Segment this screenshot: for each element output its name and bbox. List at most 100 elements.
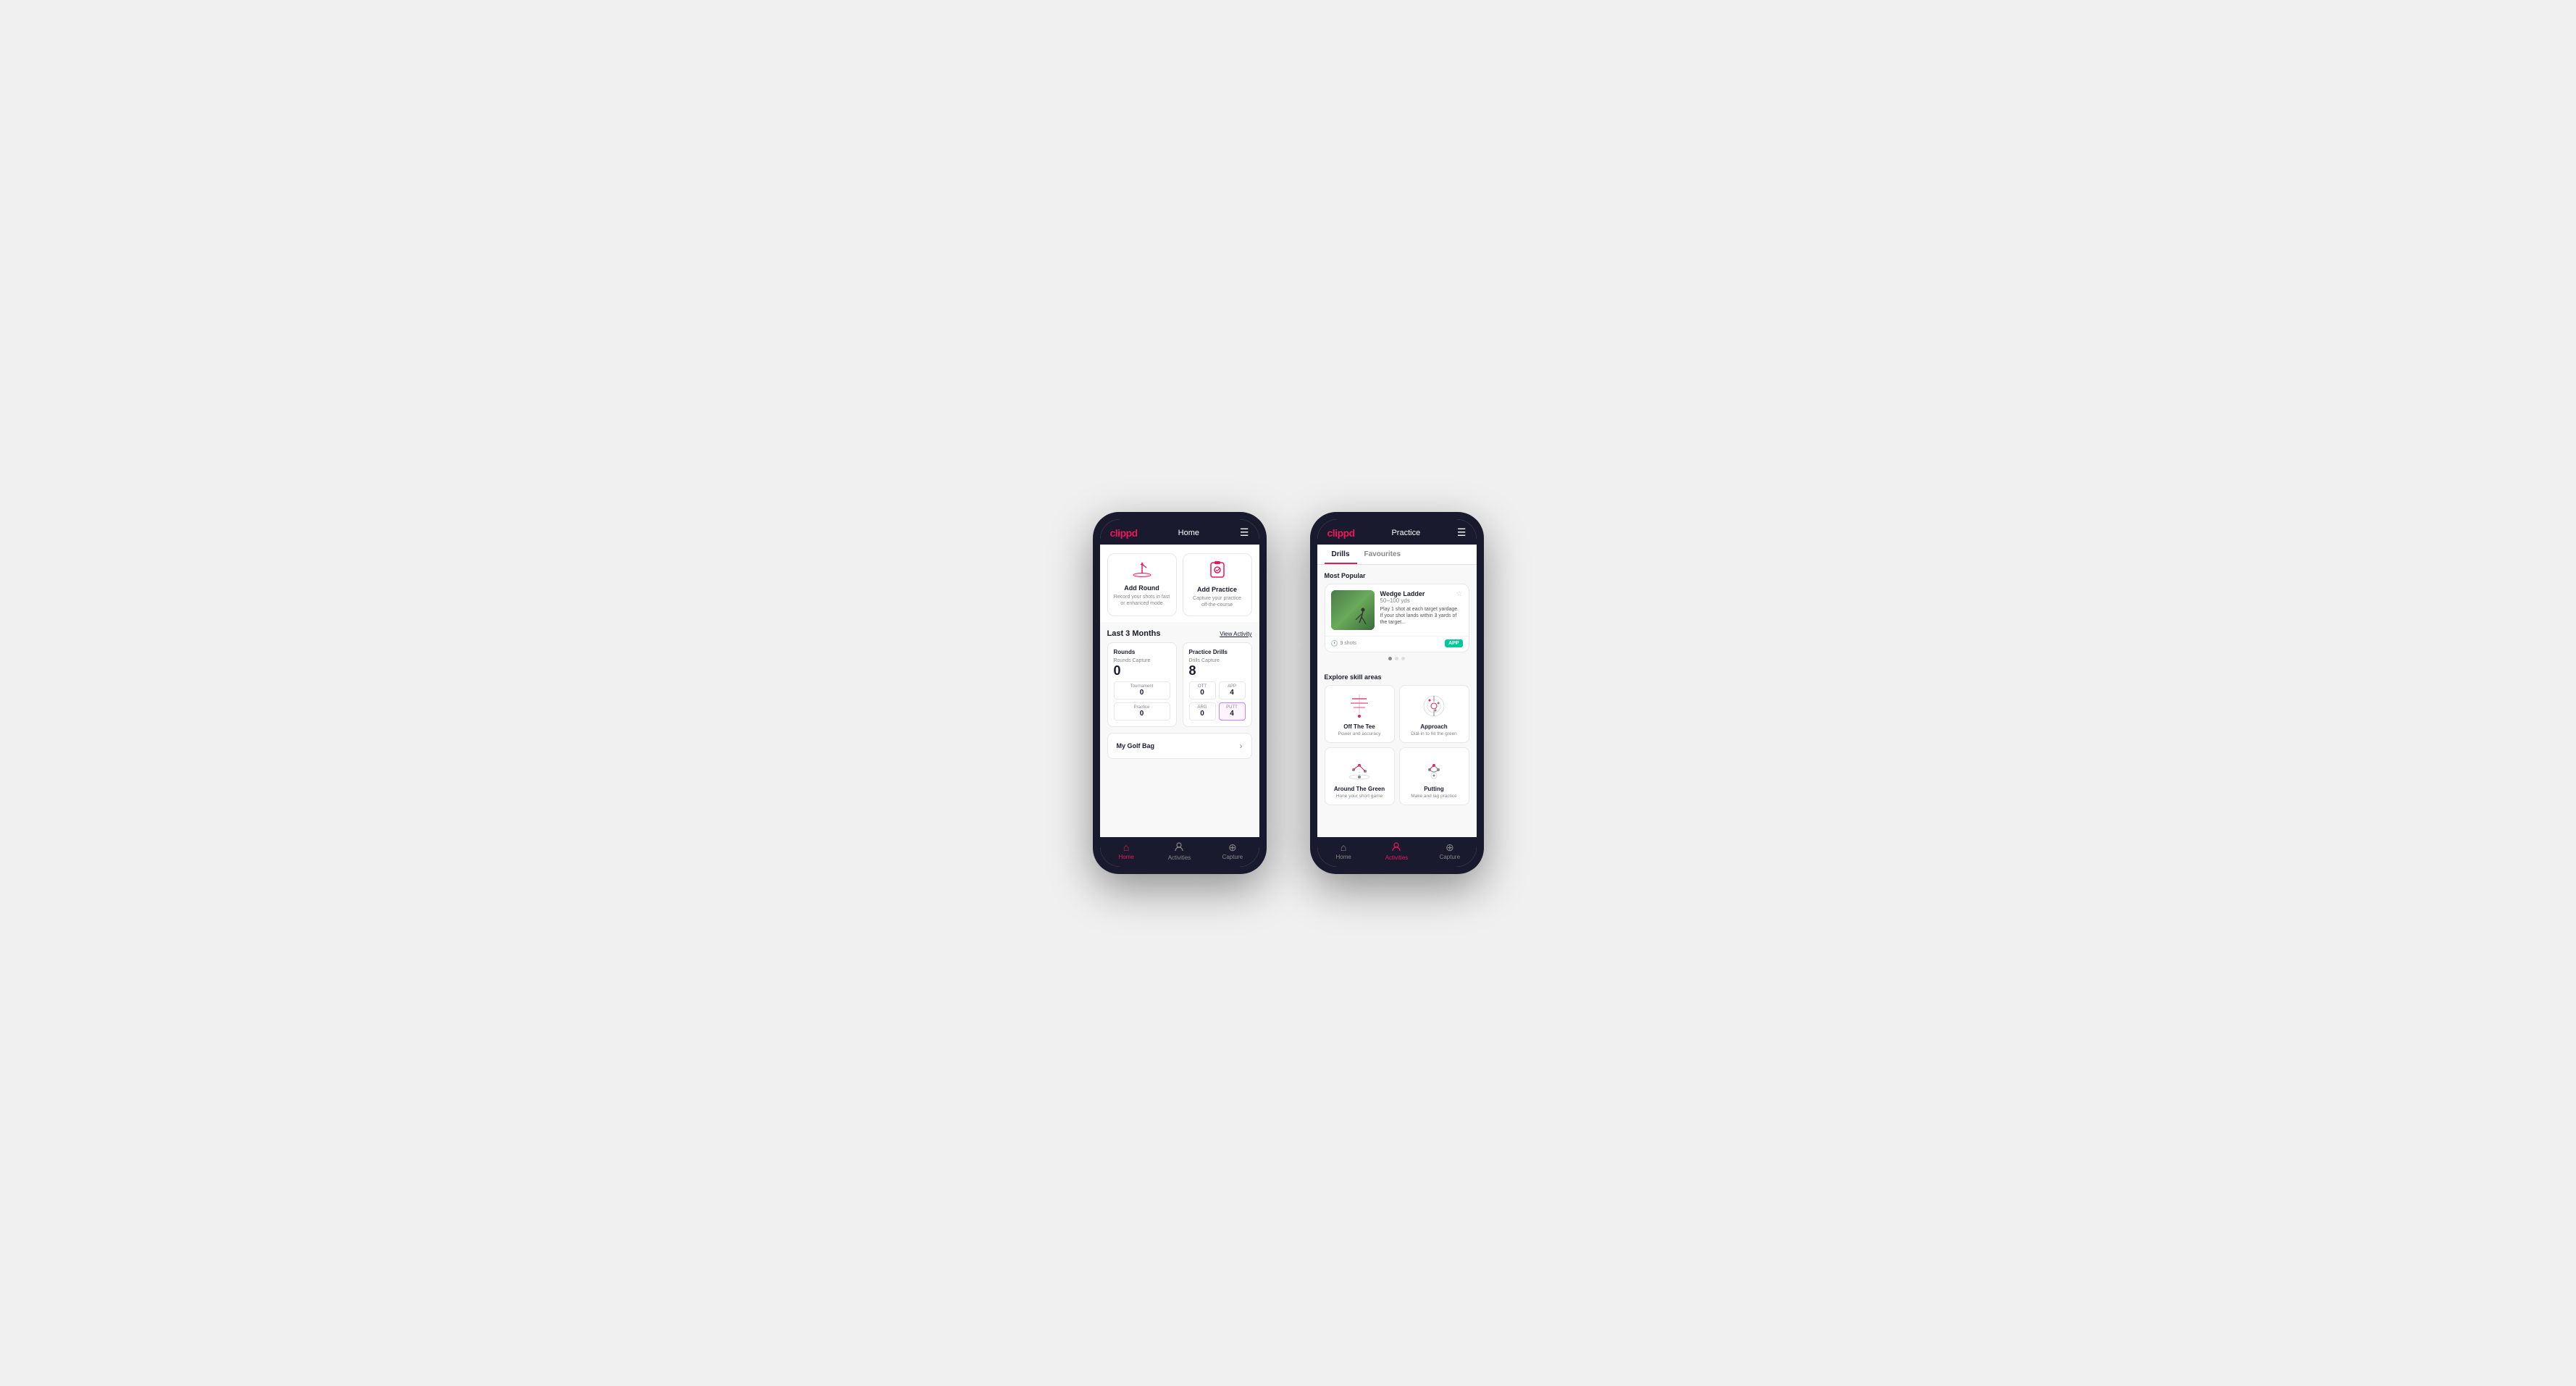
view-activity-link[interactable]: View Activity (1220, 631, 1251, 637)
capture-nav-label: Capture (1222, 854, 1243, 860)
off-the-tee-name: Off The Tee (1343, 723, 1375, 730)
capture-icon-practice: ⊕ (1446, 842, 1454, 852)
around-the-green-icon (1343, 754, 1375, 783)
tab-drills[interactable]: Drills (1325, 545, 1357, 564)
practice-page-title: Practice (1391, 529, 1420, 537)
home-content: Add Round Record your shots in fast or e… (1100, 545, 1259, 837)
rounds-sub-grid: Tournament 0 (1114, 681, 1170, 700)
dot-1 (1388, 657, 1392, 660)
activities-nav-label: Activities (1168, 854, 1191, 861)
rounds-sub-grid2: Practice 0 (1114, 702, 1170, 721)
practice-drills-card: Practice Drills Drills Capture 8 OTT 0 A… (1183, 642, 1252, 727)
ott-val: 0 (1193, 689, 1212, 697)
tabs-bar: Drills Favourites (1317, 545, 1477, 565)
shots-count: 9 shots (1340, 641, 1356, 646)
rounds-total: 0 (1114, 663, 1170, 679)
arg-stat: ARG 0 (1189, 702, 1216, 721)
rounds-card: Rounds Rounds Capture 0 Tournament 0 Pra… (1107, 642, 1177, 727)
nav-capture-practice[interactable]: ⊕ Capture (1432, 842, 1468, 860)
nav-capture[interactable]: ⊕ Capture (1214, 842, 1251, 860)
activities-icon-practice (1391, 841, 1401, 853)
off-the-tee-desc: Power and accuracy (1338, 731, 1381, 736)
clock-icon: 🕐 (1331, 640, 1338, 647)
app-stat: APP 4 (1219, 681, 1246, 700)
skill-card-around-the-green[interactable]: Around The Green Hone your short game (1325, 747, 1395, 805)
putting-name: Putting (1424, 786, 1444, 792)
add-round-title: Add Round (1124, 584, 1159, 592)
nav-home-practice[interactable]: ⌂ Home (1325, 842, 1362, 860)
most-popular-section: Most Popular (1317, 565, 1477, 673)
drill-desc: Play 1 shot at each target yardage. If y… (1380, 606, 1463, 626)
bottom-nav-practice: ⌂ Home Activities ⊕ Capture (1317, 837, 1477, 867)
add-round-desc: Record your shots in fast or enhanced mo… (1114, 594, 1170, 607)
add-practice-icon (1208, 561, 1227, 583)
app-header-practice: clippd Practice ☰ (1317, 519, 1477, 545)
ott-stat: OTT 0 (1189, 681, 1216, 700)
approach-icon (1418, 692, 1450, 721)
nav-activities-practice[interactable]: Activities (1378, 841, 1414, 861)
approach-name: Approach (1420, 723, 1447, 730)
nav-home[interactable]: ⌂ Home (1108, 842, 1144, 860)
action-cards-section: Add Round Record your shots in fast or e… (1100, 545, 1259, 622)
rounds-capture-label: Rounds Capture (1114, 658, 1170, 663)
app-logo: clippd (1110, 527, 1138, 539)
shots-info: 🕐 9 shots (1331, 640, 1357, 647)
menu-icon[interactable]: ☰ (1240, 526, 1249, 539)
activities-nav-icon (1174, 841, 1184, 853)
star-icon[interactable]: ☆ (1456, 590, 1463, 598)
off-the-tee-icon (1343, 692, 1375, 721)
arg-val: 0 (1193, 710, 1212, 718)
golf-bag-row[interactable]: My Golf Bag › (1107, 733, 1252, 759)
dot-3 (1401, 657, 1405, 660)
tab-favourites[interactable]: Favourites (1357, 545, 1409, 564)
skill-card-approach[interactable]: Approach Dial-in to hit the green (1399, 685, 1469, 743)
skill-areas-section: Explore skill areas (1317, 673, 1477, 812)
last3months-header: Last 3 Months View Activity (1100, 622, 1259, 642)
rounds-title: Rounds (1114, 649, 1170, 655)
drill-info: Wedge Ladder 50–100 yds ☆ Play 1 shot at… (1380, 590, 1463, 630)
skill-card-putting[interactable]: Putting Make and lag practice (1399, 747, 1469, 805)
skill-areas-title: Explore skill areas (1325, 673, 1469, 681)
drill-card-body: Wedge Ladder 50–100 yds ☆ Play 1 shot at… (1325, 584, 1469, 636)
putting-desc: Make and lag practice (1411, 794, 1457, 799)
home-nav-label: Home (1118, 854, 1133, 860)
drill-image-bg (1331, 590, 1375, 630)
capture-label-practice: Capture (1440, 854, 1460, 860)
add-practice-desc: Capture your practice off-the-course (1189, 595, 1246, 608)
drills-sub-grid1: OTT 0 APP 4 (1189, 681, 1246, 700)
app-badge: APP (1445, 639, 1462, 647)
add-practice-title: Add Practice (1197, 586, 1237, 593)
approach-desc: Dial-in to hit the green (1411, 731, 1457, 736)
drill-card[interactable]: Wedge Ladder 50–100 yds ☆ Play 1 shot at… (1325, 584, 1469, 652)
app-val: 4 (1222, 689, 1242, 697)
skill-card-off-the-tee[interactable]: Off The Tee Power and accuracy (1325, 685, 1395, 743)
drill-subtitle: 50–100 yds (1380, 597, 1425, 604)
bottom-nav-home: ⌂ Home Activities ⊕ Capture (1100, 837, 1259, 867)
most-popular-title: Most Popular (1325, 572, 1469, 579)
add-round-icon (1132, 561, 1152, 581)
app-page-title: Home (1178, 529, 1199, 537)
nav-activities[interactable]: Activities (1161, 841, 1197, 861)
practice-val: 0 (1117, 710, 1167, 718)
practice-menu-icon[interactable]: ☰ (1457, 526, 1467, 539)
app-header-home: clippd Home ☰ (1100, 519, 1259, 545)
home-label-practice: Home (1335, 854, 1351, 860)
putting-icon (1418, 754, 1450, 783)
skill-grid: Off The Tee Power and accuracy (1325, 685, 1469, 805)
tournament-val: 0 (1117, 689, 1167, 697)
add-practice-card[interactable]: Add Practice Capture your practice off-t… (1183, 553, 1252, 616)
home-nav-icon: ⌂ (1123, 842, 1129, 852)
practice-content: Most Popular (1317, 565, 1477, 837)
add-round-card[interactable]: Add Round Record your shots in fast or e… (1107, 553, 1177, 616)
drill-title-row: Wedge Ladder 50–100 yds ☆ (1380, 590, 1463, 606)
chevron-right-icon: › (1240, 741, 1243, 751)
dots-pagination (1325, 657, 1469, 660)
around-the-green-desc: Hone your short game (1336, 794, 1383, 799)
phone-practice: clippd Practice ☰ Drills Favourites Most… (1310, 512, 1484, 874)
capture-nav-icon: ⊕ (1228, 842, 1237, 852)
drills-sub-grid2: ARG 0 PUTT 4 (1189, 702, 1246, 721)
around-the-green-name: Around The Green (1334, 786, 1385, 792)
phone-home: clippd Home ☰ Add Round (1093, 512, 1267, 874)
drills-total: 8 (1189, 663, 1246, 679)
stats-grid: Rounds Rounds Capture 0 Tournament 0 Pra… (1100, 642, 1259, 733)
